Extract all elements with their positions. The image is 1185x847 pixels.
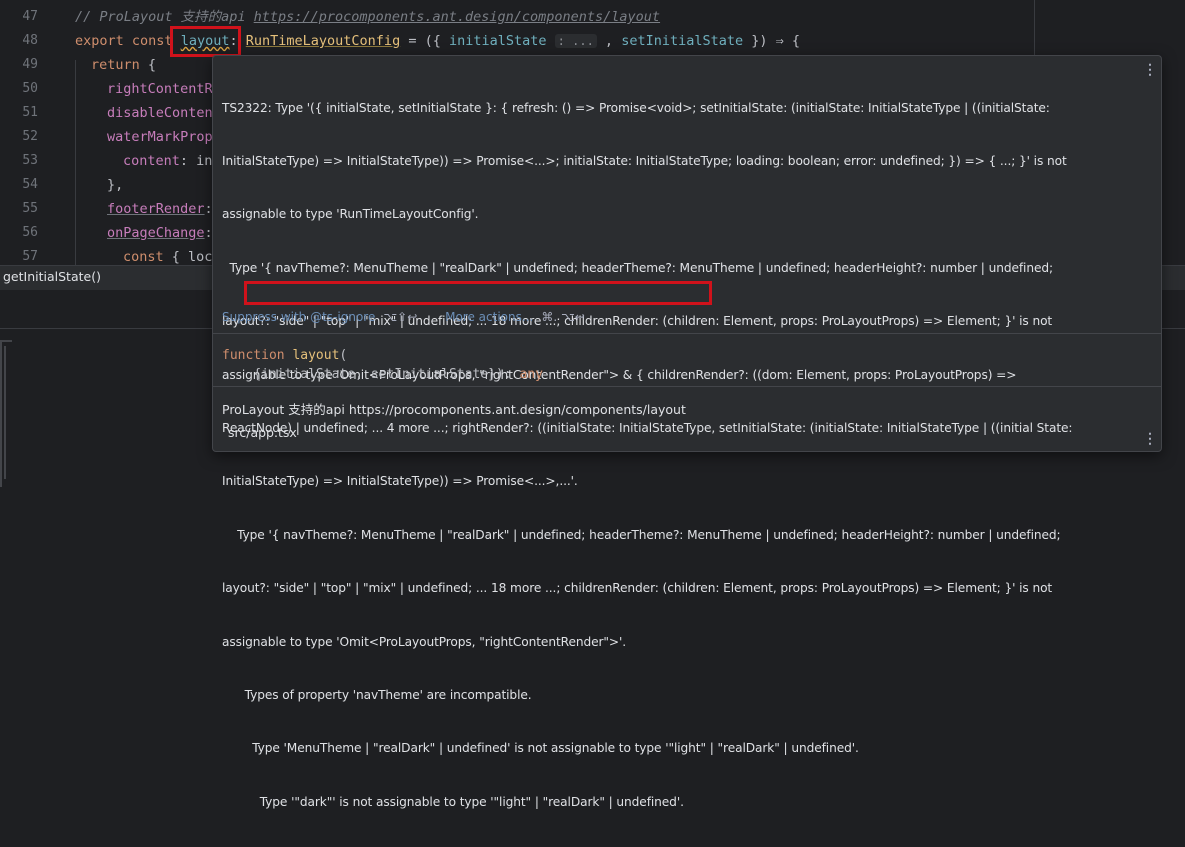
error-line: Type '{ navTheme?: MenuTheme | "realDark… [222,260,1054,275]
error-line: assignable to type 'Omit<ProLayoutProps,… [222,634,627,649]
code-punct: }) ⇒ { [743,33,801,49]
code-line-57[interactable]: const { loc [123,247,212,267]
code-line-48[interactable]: export const layout: RunTimeLayoutConfig… [75,31,800,51]
code-line-47[interactable]: // ProLayout 支持的api https://procomponent… [75,7,660,27]
quick-actions: Suppress with @ts-ignore ⌥⇧↩ More actions… [222,310,609,324]
more-options-icon[interactable]: ⋮ [1143,62,1157,78]
error-message: TS2322: Type '({ initialState, setInitia… [222,64,1107,847]
keyword-export: export [75,33,124,49]
error-line: Types of property 'navTheme' are incompa… [222,687,532,702]
error-line: Type 'MenuTheme | "realDark" | undefined… [222,741,859,756]
code-line-52[interactable]: waterMarkProp [107,127,213,147]
line-number: 56 [22,225,38,240]
error-line: assignable to type 'RunTimeLayoutConfig'… [222,207,479,222]
code-comment: // ProLayout 支持的api [75,9,254,25]
inlay-type-hint[interactable]: : ... [554,34,597,48]
error-line: InitialStateType) => InitialStateType)) … [222,153,1067,168]
error-line: ReactNode) | undefined; ... 4 more ...; … [222,420,1073,435]
code-line-49[interactable]: return { [91,55,156,75]
code-line-50[interactable]: rightContentR [107,79,213,99]
keyword-return: return [91,57,140,73]
error-line: TS2322: Type '({ initialState, setInitia… [222,100,1050,115]
code-punct: = ({ [400,33,449,49]
line-number: 54 [22,177,38,192]
keyword-const: const [131,33,173,49]
property-name: onPageChange [107,225,205,241]
code-punct: { [139,57,157,73]
line-number: 53 [22,153,38,168]
signature-name: layout [292,348,340,363]
property-name: content [123,153,180,169]
divider [213,333,1161,334]
line-number: 57 [22,249,38,264]
more-options-icon[interactable]: ⋮ [1143,431,1157,447]
line-number: 49 [22,57,38,72]
breadcrumb-item[interactable]: getInitialState() [3,269,101,284]
return-type: any [519,367,543,382]
line-number: 52 [22,129,38,144]
code-line-55[interactable]: footerRender: [107,199,213,219]
suppress-ts-ignore-link[interactable]: Suppress with @ts-ignore ⌥⇧↩ [222,310,417,324]
code-punct: ): [495,367,520,382]
divider [213,386,1161,387]
keyword-const: const [123,249,164,265]
more-actions-link[interactable]: More actions... ⌘. ⌥↩ [445,310,585,324]
code-line-51[interactable]: disableConten [107,103,213,123]
function-signature: function layout( {initialState, setIniti… [222,346,543,384]
signature-params: {initialState, setInitialState} [253,367,496,382]
code-comment-link[interactable]: https://procomponents.ant.design/compone… [254,9,660,25]
line-number: 47 [22,9,38,24]
colon: : [229,33,238,49]
code-punct: : in [179,153,213,169]
code-line-53[interactable]: content: in [123,151,212,171]
line-number: 50 [22,81,38,96]
shortcut-label: ⌘. ⌥↩ [541,310,585,324]
code-punct: ( [339,348,348,363]
line-number: 48 [22,33,38,48]
doc-comment: ProLayout 支持的api https://procomponents.a… [222,402,686,417]
param-set-initial-state: setInitialState [621,33,744,49]
code-punct: { loc [163,249,213,265]
keyword-function: function [222,348,285,363]
action-label: More actions... [445,310,534,324]
error-tooltip-popup[interactable]: TS2322: Type '({ initialState, setInitia… [212,55,1162,809]
source-file-link[interactable]: src/app.tsx [228,425,297,440]
indent-guide [75,60,76,265]
shortcut-label: ⌥⇧↩ [383,310,418,324]
error-line: Type '{ navTheme?: MenuTheme | "realDark… [222,527,1061,542]
code-punct: }, [107,177,124,193]
property-name: footerRender [107,201,205,217]
property-name: disableConten [107,105,213,121]
error-line: Type '"dark"' is not assignable to type … [222,794,684,809]
type-reference[interactable]: RunTimeLayoutConfig [246,33,400,49]
code-line-54[interactable]: }, [107,175,123,195]
action-label: Suppress with @ts-ignore [222,310,376,324]
code-punct: , [596,33,622,49]
error-line: InitialStateType) => InitialStateType)) … [222,474,578,489]
code-line-56[interactable]: onPageChange: [107,223,213,243]
line-number-gutter: 47 48 49 50 51 52 53 54 55 56 57 [0,0,62,265]
line-number: 55 [22,201,38,216]
line-number: 51 [22,105,38,120]
error-line: layout?: "side" | "top" | "mix" | undefi… [222,581,1053,596]
layout-identifier[interactable]: layout [181,33,230,49]
property-name: waterMarkProp [107,129,213,145]
panel-edge [4,346,10,479]
property-name: rightContentR [107,81,213,97]
param-initial-state: initialState [448,33,547,49]
